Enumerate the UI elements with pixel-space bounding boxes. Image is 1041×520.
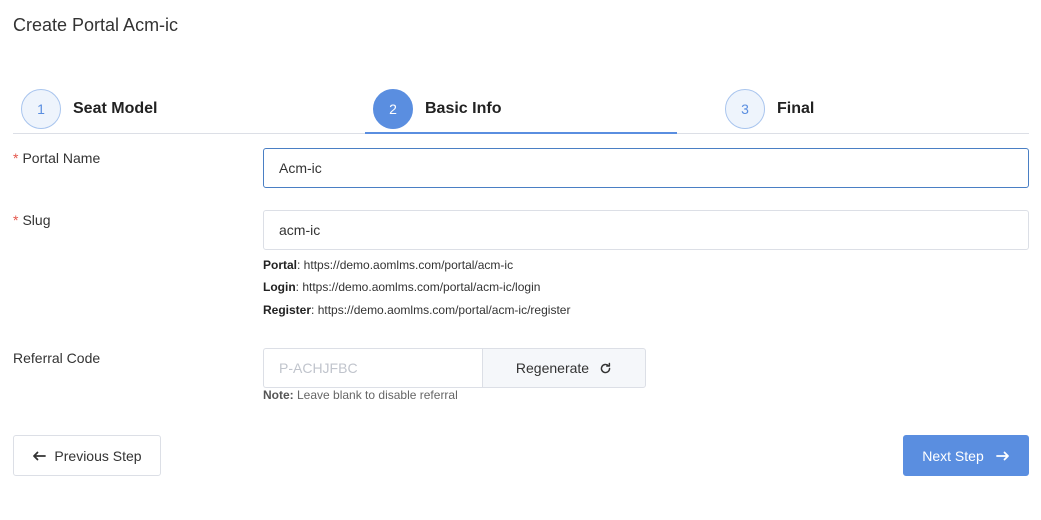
next-step-button[interactable]: Next Step xyxy=(903,435,1029,476)
page-title: Create Portal Acm-ic xyxy=(13,15,179,35)
step-number: 2 xyxy=(373,89,413,129)
register-url: Register: https://demo.aomlms.com/portal… xyxy=(263,303,570,317)
active-step-indicator xyxy=(365,132,677,134)
portal-url-key: Portal xyxy=(263,258,298,272)
stepper: 1 Seat Model 2 Basic Info 3 Final xyxy=(13,84,1029,134)
portal-name-label: * Portal Name xyxy=(13,150,100,166)
note-text: Leave blank to disable referral xyxy=(293,388,458,402)
arrow-right-icon xyxy=(995,451,1010,461)
portal-url: Portal: https://demo.aomlms.com/portal/a… xyxy=(263,258,513,272)
refresh-icon xyxy=(599,362,612,375)
step-label: Seat Model xyxy=(73,100,158,117)
referral-code-label: Referral Code xyxy=(13,350,101,366)
required-mark: * xyxy=(13,150,19,166)
register-url-value: : https://demo.aomlms.com/portal/acm-ic/… xyxy=(311,303,571,317)
previous-step-button[interactable]: Previous Step xyxy=(13,435,161,476)
required-mark: * xyxy=(13,212,19,228)
step-label: Basic Info xyxy=(425,100,502,117)
step-basic-info[interactable]: 2 Basic Info xyxy=(373,84,501,134)
login-url-key: Login xyxy=(263,280,296,294)
note-key: Note: xyxy=(263,388,294,402)
next-step-label: Next Step xyxy=(922,447,984,464)
step-number: 1 xyxy=(21,89,61,129)
referral-note: Note: Leave blank to disable referral xyxy=(263,388,458,402)
step-number: 3 xyxy=(725,89,765,129)
slug-input[interactable]: acm-ic xyxy=(263,210,1029,250)
step-seat-model[interactable]: 1 Seat Model xyxy=(21,84,157,134)
regenerate-button[interactable]: Regenerate xyxy=(482,348,646,388)
login-url: Login: https://demo.aomlms.com/portal/ac… xyxy=(263,280,540,294)
portal-name-label-text: Portal Name xyxy=(22,150,101,166)
register-url-key: Register xyxy=(263,303,312,317)
portal-url-value: : https://demo.aomlms.com/portal/acm-ic xyxy=(297,258,514,272)
portal-name-input[interactable]: Acm-ic xyxy=(263,148,1029,188)
arrow-left-icon xyxy=(32,451,47,461)
regenerate-label: Regenerate xyxy=(515,360,590,376)
login-url-value: : https://demo.aomlms.com/portal/acm-ic/… xyxy=(295,280,541,294)
previous-step-label: Previous Step xyxy=(54,447,142,464)
step-label: Final xyxy=(777,100,815,117)
step-final[interactable]: 3 Final xyxy=(725,84,814,134)
slug-label: * Slug xyxy=(13,212,50,228)
slug-label-text: Slug xyxy=(22,212,51,228)
referral-code-input[interactable]: P-ACHJFBC xyxy=(263,348,483,388)
